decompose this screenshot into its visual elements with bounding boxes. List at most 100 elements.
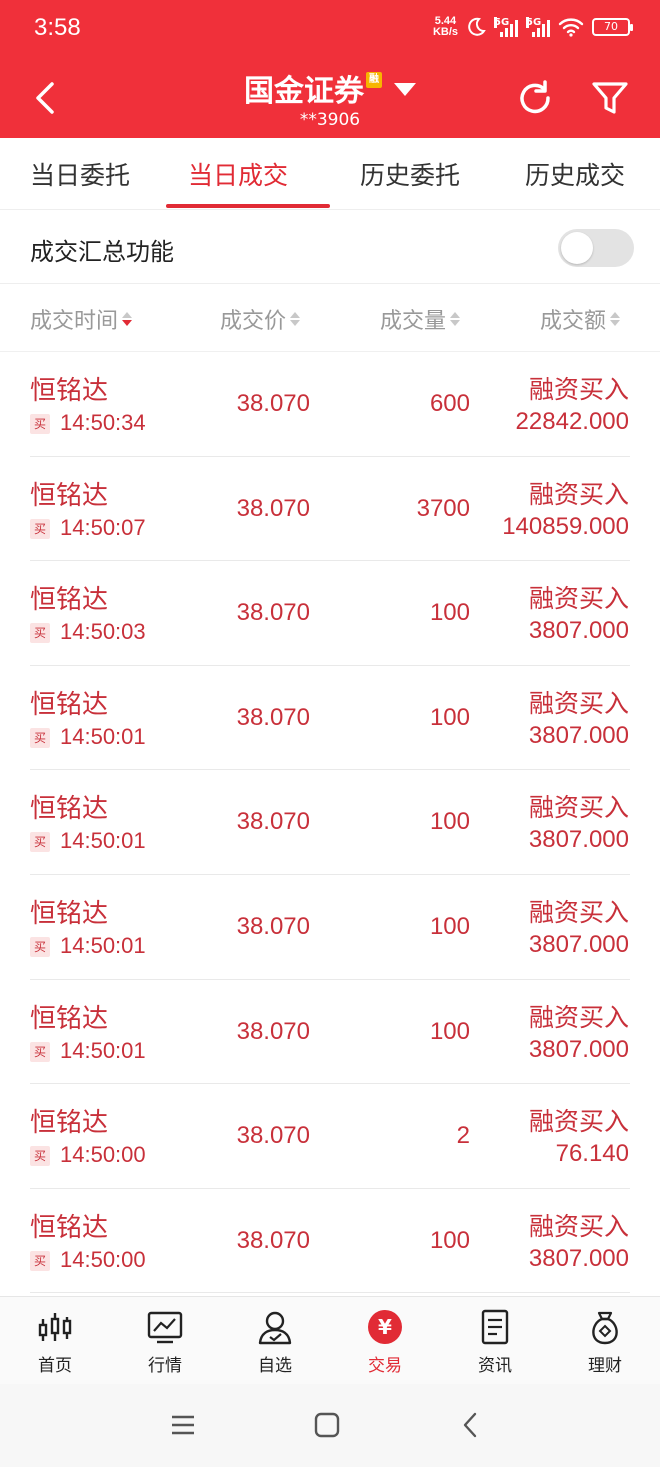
status-bar: 3:58 5.44 KB/s 5G 5G 70 [0, 0, 660, 62]
summary-row: 成交汇总功能 [0, 210, 660, 284]
sort-by-volume[interactable]: 成交量 [380, 303, 461, 335]
table-row[interactable]: 恒铭达 买 14:50:00 38.070 2 融资买入 76.140 [0, 1084, 660, 1189]
nav-label: 行情 [148, 1356, 182, 1376]
side-badge: 买 [30, 414, 50, 434]
account-number: **3906 [299, 110, 361, 130]
column-time-label: 成交时间 [30, 309, 119, 334]
trade-amount: 22842.000 [515, 408, 629, 435]
sort-icon [610, 312, 621, 326]
status-time: 3:58 [34, 14, 81, 41]
trade-amount: 3807.000 [528, 1035, 629, 1063]
trade-volume: 100 [429, 1226, 470, 1254]
nav-news[interactable]: 资讯 [455, 1307, 535, 1376]
stock-name: 恒铭达 [30, 376, 109, 406]
svg-text:¥: ¥ [378, 1315, 392, 1339]
sort-icon [290, 312, 301, 326]
trade-type: 融资买入 [528, 688, 629, 718]
nav-label: 首页 [38, 1356, 72, 1376]
nav-wealth[interactable]: 理财 [565, 1307, 645, 1376]
table-row[interactable]: 恒铭达 买 14:50:01 38.070 100 融资买入 3807.000 [0, 770, 660, 875]
system-back-icon[interactable] [456, 1410, 486, 1440]
net-speed: 5.44 KB/s [433, 16, 458, 38]
dropdown-caret-icon [394, 83, 416, 96]
side-badge: 买 [30, 832, 50, 853]
menu-icon[interactable] [168, 1410, 198, 1440]
nav-market[interactable]: 行情 [125, 1307, 205, 1376]
tab-history-trades[interactable]: 历史成交 [525, 156, 625, 192]
table-row[interactable]: 恒铭达 买 14:50:01 38.070 100 融资买入 3807.000 [0, 875, 660, 980]
battery-icon: 70 [592, 18, 633, 36]
side-badge: 买 [30, 623, 50, 644]
trade-type: 融资买入 [528, 1211, 629, 1241]
trade-price: 38.070 [236, 1226, 310, 1254]
sort-by-amount[interactable]: 成交额 [540, 303, 621, 335]
trade-volume: 600 [429, 390, 470, 417]
trade-price: 38.070 [236, 808, 310, 836]
trade-amount: 3807.000 [528, 721, 629, 749]
stock-name: 恒铭达 [30, 1003, 109, 1034]
sort-by-price[interactable]: 成交价 [220, 303, 301, 335]
trade-amount: 3807.000 [528, 826, 629, 854]
margin-badge: 融 [366, 72, 382, 88]
trade-price: 38.070 [236, 912, 310, 940]
tab-history-orders[interactable]: 历史委托 [360, 156, 460, 192]
filter-icon[interactable] [590, 78, 630, 118]
tab-today-orders[interactable]: 当日委托 [30, 156, 130, 192]
nav-label: 理财 [588, 1356, 622, 1376]
stock-name: 恒铭达 [30, 794, 109, 825]
stock-name: 恒铭达 [30, 1108, 109, 1139]
trade-amount: 76.140 [555, 1140, 629, 1168]
trade-type: 融资买入 [528, 793, 629, 823]
side-badge: 买 [30, 518, 50, 539]
trade-price: 38.070 [236, 599, 310, 627]
summary-toggle[interactable] [558, 229, 634, 267]
tab-bar: 当日委托 当日成交 历史委托 历史成交 [0, 138, 660, 210]
app-header: 国金证券融 **3906 [0, 62, 660, 138]
trade-volume: 100 [429, 599, 470, 627]
trade-price: 38.070 [236, 494, 310, 522]
trade-time: 14:50:01 [60, 1037, 146, 1063]
account-selector[interactable]: 国金证券融 [0, 66, 660, 110]
table-row[interactable]: 恒铭达 买 14:50:03 38.070 100 融资买入 3807.000 [0, 561, 660, 666]
top-bar: 3:58 5.44 KB/s 5G 5G 70 国金证券融 **3906 [0, 0, 660, 138]
trade-list: 恒铭达 买 14:50:34 38.070 600 融资买入 22842.000… [0, 352, 660, 1294]
summary-label: 成交汇总功能 [30, 238, 174, 266]
broker-name: 国金证券 [244, 74, 364, 109]
nav-home[interactable]: 首页 [15, 1307, 95, 1376]
net-speed-unit: KB/s [432, 26, 458, 38]
nav-trade[interactable]: ¥ 交易 [345, 1307, 425, 1376]
trade-type: 融资买入 [528, 375, 629, 404]
table-row[interactable]: 恒铭达 买 14:50:00 38.070 100 融资买入 3807.000 [0, 1189, 660, 1294]
trade-amount: 3807.000 [528, 930, 629, 958]
nav-label: 资讯 [478, 1356, 512, 1376]
status-icons: 5.44 KB/s 5G 5G 70 [433, 16, 633, 38]
stock-name: 恒铭达 [30, 689, 109, 720]
trade-volume: 2 [456, 1122, 470, 1150]
trade-time: 14:50:34 [60, 410, 146, 435]
divider [30, 1292, 630, 1294]
trade-time: 14:50:01 [60, 932, 146, 958]
sort-icon [122, 312, 133, 326]
table-row[interactable]: 恒铭达 买 14:50:07 38.070 3700 融资买入 140859.0… [0, 457, 660, 562]
signal-label: 5G [526, 17, 542, 28]
signal-label: 5G [494, 17, 510, 28]
refresh-icon[interactable] [514, 78, 556, 120]
table-row[interactable]: 恒铭达 买 14:50:01 38.070 100 融资买入 3807.000 [0, 666, 660, 771]
moon-icon [468, 17, 486, 36]
side-badge: 买 [30, 1146, 50, 1167]
table-row[interactable]: 恒铭达 买 14:50:34 38.070 600 融资买入 22842.000 [0, 352, 660, 457]
nav-watchlist[interactable]: 自选 [235, 1307, 315, 1376]
tab-today-trades[interactable]: 当日成交 [188, 156, 288, 192]
sort-by-time[interactable]: 成交时间 [30, 303, 133, 335]
nav-label: 交易 [368, 1356, 402, 1376]
user-icon [258, 1311, 292, 1345]
trade-time: 14:50:00 [60, 1246, 146, 1272]
table-row[interactable]: 恒铭达 买 14:50:01 38.070 100 融资买入 3807.000 [0, 980, 660, 1085]
trade-volume: 100 [429, 703, 470, 731]
bottom-nav: 首页 行情 自选 ¥ 交易 资讯 理财 [0, 1296, 660, 1384]
chart-icon [147, 1311, 183, 1344]
trade-volume: 100 [429, 912, 470, 940]
active-tab-indicator [166, 204, 330, 208]
home-square-icon[interactable] [312, 1410, 342, 1440]
system-nav-bar [0, 1384, 660, 1467]
